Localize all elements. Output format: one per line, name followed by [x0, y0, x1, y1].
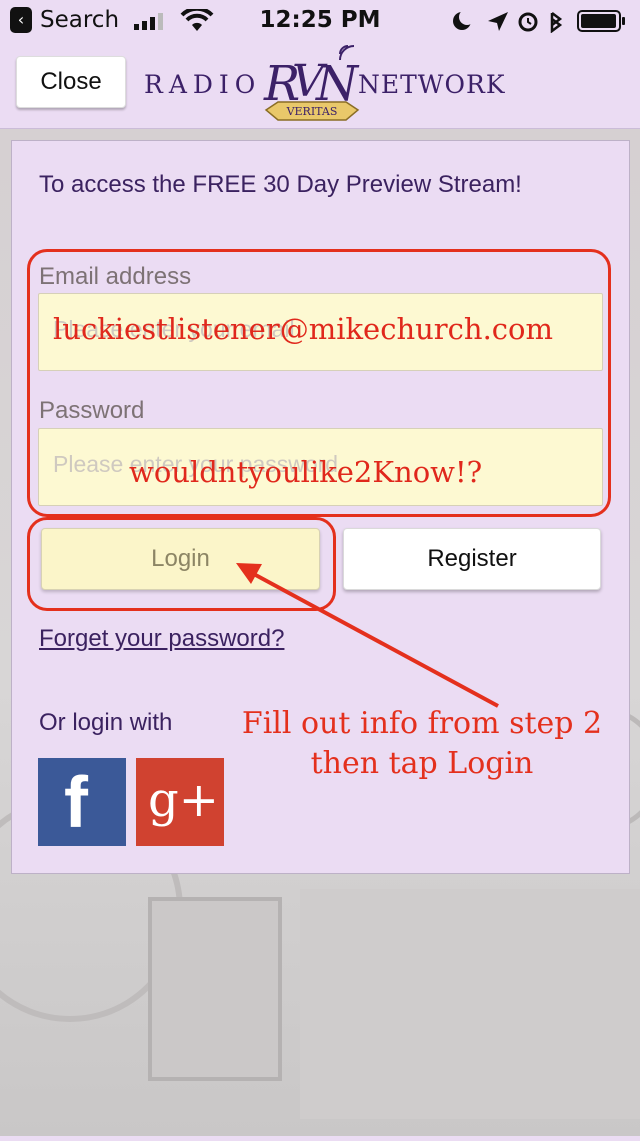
moon-icon [453, 9, 475, 30]
logo-monogram: R V N VERITAS [263, 45, 360, 121]
logo-left-text: RADIO [144, 70, 262, 99]
annotation-line-1: Fill out info from step 2 [241, 706, 603, 741]
annotation-line-2: then tap Login [310, 746, 534, 781]
login-highlight [27, 517, 336, 611]
logo-banner-text: VERITAS [286, 105, 338, 118]
facebook-login-button[interactable]: f [38, 758, 126, 846]
location-arrow-icon [488, 12, 508, 31]
battery-icon [577, 10, 625, 32]
google-plus-icon: g+ [148, 772, 219, 828]
annotation-text: Fill out info from step 2 then tap Login [222, 704, 622, 784]
logo-right-text: NETWORK [358, 70, 506, 99]
credentials-highlight [27, 249, 611, 517]
card-headline: To access the FREE 30 Day Preview Stream… [39, 171, 522, 198]
register-button[interactable]: Register [343, 528, 601, 590]
radio-veritas-network-logo: RADIO R V N VERITAS NETWORK [144, 40, 506, 128]
close-button[interactable]: Close [16, 56, 126, 108]
status-bar: ‹ Search 12:25 PM [0, 0, 640, 40]
bluetooth-icon [550, 12, 563, 33]
app-header: Close RADIO R V N VERITAS NETWORK [0, 40, 640, 129]
google-plus-login-button[interactable]: g+ [136, 758, 224, 846]
facebook-icon: f [64, 763, 88, 843]
social-login-label: Or login with [39, 709, 173, 736]
status-right-icons [453, 9, 563, 33]
alarm-icon [518, 12, 538, 32]
forgot-password-link[interactable]: Forget your password? [39, 625, 284, 653]
